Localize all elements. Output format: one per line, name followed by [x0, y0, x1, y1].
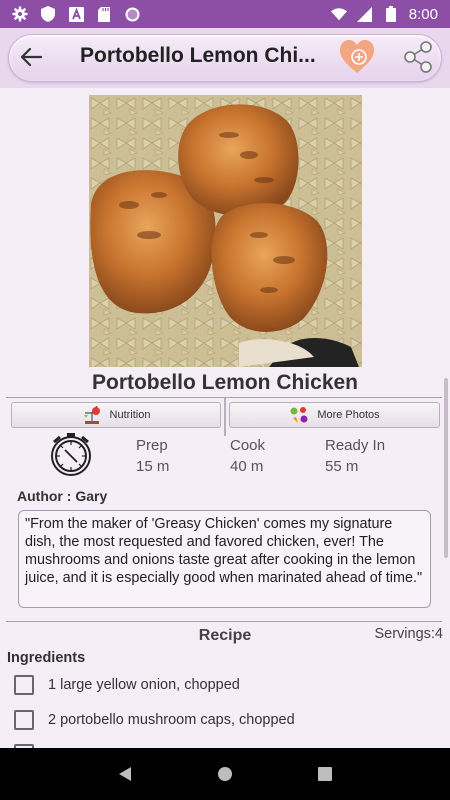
battery-icon	[383, 6, 399, 22]
nutrition-tab[interactable]: Nutrition	[11, 402, 221, 428]
servings-count[interactable]: Servings:4	[374, 626, 443, 642]
sd-card-icon	[96, 6, 112, 22]
prep-label: Prep	[136, 437, 168, 454]
recipe-photo	[89, 95, 362, 367]
square-recents-icon	[318, 767, 332, 781]
scale-apple-icon	[83, 406, 100, 424]
scrollbar[interactable]	[444, 378, 448, 558]
status-icons-right: 8:00	[330, 5, 438, 23]
ingredient-item[interactable]: 2 portobello mushroom caps, chopped	[14, 710, 295, 730]
recipe-description: "From the maker of 'Greasy Chicken' come…	[18, 510, 431, 608]
author-label: Author : Gary	[17, 488, 108, 504]
shield-icon	[40, 6, 56, 22]
text-a-icon	[68, 6, 84, 22]
circle-home-icon	[218, 767, 232, 781]
nav-back-button[interactable]	[105, 754, 145, 794]
app-bar-title: Portobello Lemon Chi...	[80, 44, 316, 67]
ready-time: Ready In 55 m	[325, 435, 385, 477]
share-button[interactable]	[402, 40, 434, 74]
cook-value: 40 m	[230, 458, 264, 475]
system-nav-bar	[0, 748, 450, 800]
recipe-content[interactable]: Portobello Lemon Chicken Nutrition More …	[0, 88, 450, 748]
back-button[interactable]	[14, 40, 48, 74]
wifi-icon	[330, 6, 347, 22]
nav-recents-button[interactable]	[305, 754, 345, 794]
tab-separator	[224, 398, 226, 436]
ingredient-text: 2 portobello mushroom caps, chopped	[48, 712, 295, 728]
signal-icon	[357, 6, 373, 22]
cook-time: Cook 40 m	[230, 435, 265, 477]
more-photos-label: More Photos	[317, 409, 380, 421]
triangle-back-icon	[119, 767, 131, 781]
share-icon	[404, 41, 432, 73]
circle-dots-icon	[124, 6, 140, 22]
ready-value: 55 m	[325, 458, 359, 475]
more-photos-tab[interactable]: More Photos	[229, 402, 440, 428]
stopwatch-icon	[48, 430, 94, 478]
ingredient-checkbox[interactable]	[14, 710, 34, 730]
ingredients-heading: Ingredients	[7, 650, 86, 666]
prep-value: 15 m	[136, 458, 170, 475]
divider	[6, 621, 442, 622]
nav-home-button[interactable]	[205, 754, 245, 794]
status-icons-left	[12, 6, 140, 22]
heart-plus-icon	[340, 40, 374, 73]
gear-icon	[12, 6, 28, 22]
arrow-left-icon	[20, 47, 42, 67]
ready-label: Ready In	[325, 437, 386, 454]
ingredient-item[interactable]: 1 large yellow onion, chopped	[14, 675, 240, 695]
prep-time: Prep 15 m	[136, 435, 169, 477]
app-bar: Portobello Lemon Chi...	[0, 28, 450, 88]
status-time: 8:00	[408, 5, 438, 23]
nutrition-label: Nutrition	[109, 409, 151, 421]
ingredient-text: 1 large yellow onion, chopped	[48, 677, 240, 693]
add-favorite-button[interactable]	[338, 38, 376, 76]
ingredient-checkbox[interactable]	[14, 675, 34, 695]
cook-label: Cook	[230, 437, 266, 454]
status-bar: 8:00	[0, 0, 450, 28]
recipe-title: Portobello Lemon Chicken	[91, 371, 359, 394]
vegetables-icon	[290, 407, 308, 423]
